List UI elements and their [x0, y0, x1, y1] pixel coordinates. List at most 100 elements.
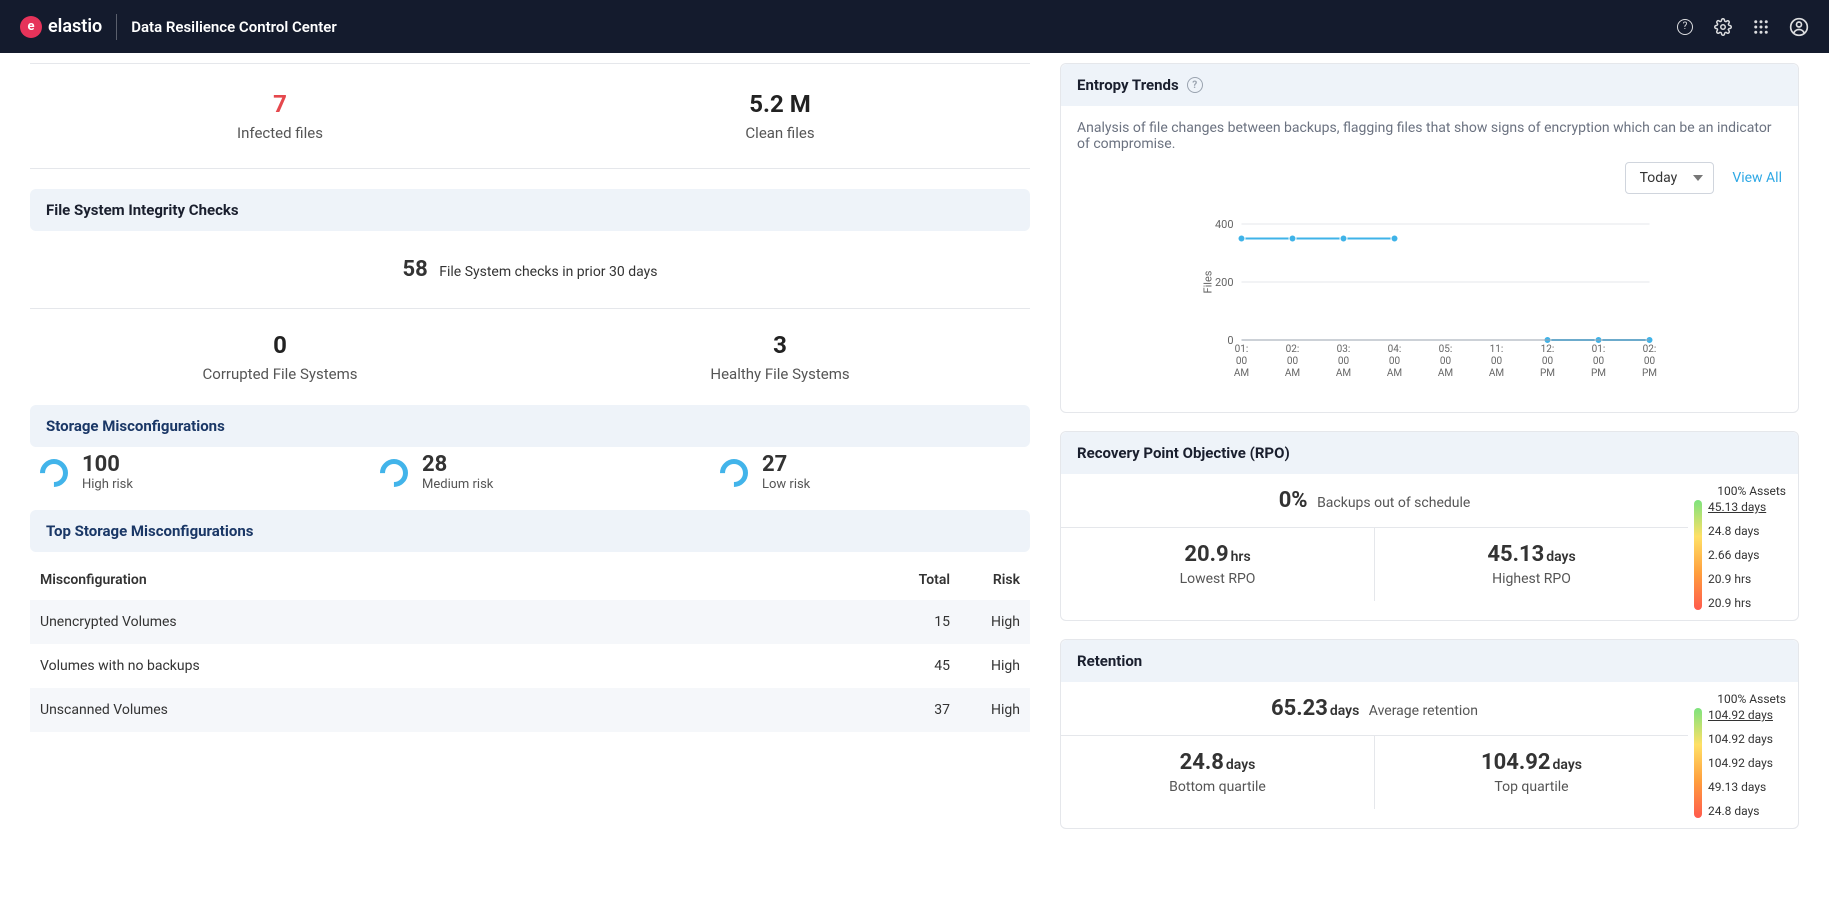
settings-icon[interactable] — [1713, 17, 1733, 37]
entropy-desc: Analysis of file changes between backups… — [1077, 120, 1782, 152]
svg-text:00: 00 — [1236, 356, 1248, 367]
chart-toolbar: Today View All — [1077, 162, 1782, 194]
svg-text:00: 00 — [1389, 356, 1401, 367]
gauge-icon — [714, 453, 754, 493]
svg-text:PM: PM — [1591, 368, 1606, 379]
topbar-actions: ? — [1675, 17, 1809, 37]
retention-header: Retention — [1061, 640, 1798, 682]
high-risk-item[interactable]: 100 High risk — [40, 453, 340, 492]
retention-scale: 100% Assets 104.92 days104.92 days104.92… — [1688, 682, 1798, 828]
corrupted-label: Corrupted File Systems — [30, 365, 530, 383]
side-column: Entropy Trends ? Analysis of file change… — [1060, 63, 1799, 847]
clean-files-stat[interactable]: 5.2 M Clean files — [530, 90, 1030, 142]
entropy-chart: 0200400Files01:00AM02:00AM03:00AM04:00AM… — [1077, 194, 1782, 398]
svg-text:00: 00 — [1440, 356, 1452, 367]
rpo-body: 0% Backups out of schedule 20.9hrs Lowes… — [1061, 474, 1798, 620]
svg-text:00: 00 — [1542, 356, 1554, 367]
top-quartile[interactable]: 104.92days Top quartile — [1375, 736, 1688, 809]
svg-text:AM: AM — [1234, 368, 1249, 379]
logo-area: e elastio Data Resilience Control Center — [20, 14, 337, 40]
entropy-title: Entropy Trends — [1077, 76, 1179, 94]
page-body: 7 Infected files 5.2 M Clean files File … — [0, 53, 1829, 877]
retention-body: 65.23days Average retention 24.8days Bot… — [1061, 682, 1798, 828]
infected-value: 7 — [30, 90, 530, 118]
profile-icon[interactable] — [1789, 17, 1809, 37]
storage-misconfig-header: Storage Misconfigurations — [30, 405, 1030, 447]
brand-name: elastio — [48, 16, 102, 37]
gauge-icon — [374, 453, 414, 493]
high-risk-label: High risk — [82, 477, 133, 492]
svg-text:AM: AM — [1336, 368, 1351, 379]
misconfig-table: Misconfiguration Total Risk Unencrypted … — [30, 560, 1030, 732]
svg-text:00: 00 — [1491, 356, 1503, 367]
svg-text:12:: 12: — [1541, 344, 1555, 355]
help-icon[interactable]: ? — [1675, 17, 1695, 37]
infected-files-stat[interactable]: 7 Infected files — [30, 90, 530, 142]
col-total: Total — [880, 560, 960, 600]
corrupted-value: 0 — [30, 331, 530, 359]
medium-risk-item[interactable]: 28 Medium risk — [380, 453, 680, 492]
infected-label: Infected files — [30, 124, 530, 142]
fs-checks-metric: 58 File System checks in prior 30 days — [30, 231, 1030, 309]
highest-rpo[interactable]: 45.13days Highest RPO — [1375, 528, 1688, 601]
entropy-header: Entropy Trends ? — [1061, 64, 1798, 106]
table-row[interactable]: Unencrypted Volumes15High — [30, 600, 1030, 644]
clean-label: Clean files — [530, 124, 1030, 142]
svg-text:0: 0 — [1227, 334, 1233, 347]
low-risk-label: Low risk — [762, 477, 810, 492]
medium-risk-value: 28 — [422, 453, 493, 477]
svg-text:400: 400 — [1215, 218, 1234, 231]
info-icon[interactable]: ? — [1187, 77, 1203, 93]
svg-text:00: 00 — [1593, 356, 1605, 367]
bottom-quartile[interactable]: 24.8days Bottom quartile — [1061, 736, 1375, 809]
gauge-icon — [34, 453, 74, 493]
svg-text:PM: PM — [1540, 368, 1555, 379]
svg-text:00: 00 — [1287, 356, 1299, 367]
table-row[interactable]: Unscanned Volumes37High — [30, 688, 1030, 732]
svg-text:00: 00 — [1644, 356, 1656, 367]
svg-text:05:: 05: — [1439, 344, 1453, 355]
rpo-backups-value: 0% — [1279, 488, 1308, 513]
entropy-panel: Entropy Trends ? Analysis of file change… — [1060, 63, 1799, 413]
top-misconfig-header: Top Storage Misconfigurations — [30, 510, 1030, 552]
svg-text:01:: 01: — [1235, 344, 1249, 355]
col-risk: Risk — [960, 560, 1030, 600]
divider — [116, 14, 117, 40]
rpo-backups-out: 0% Backups out of schedule — [1061, 474, 1688, 527]
svg-text:04:: 04: — [1388, 344, 1402, 355]
logo-badge-icon: e — [20, 16, 42, 38]
rpo-backups-label: Backups out of schedule — [1317, 495, 1470, 511]
svg-text:AM: AM — [1387, 368, 1402, 379]
risk-row: 100 High risk 28 Medium risk 27 Low risk — [30, 447, 1030, 510]
high-risk-value: 100 — [82, 453, 133, 477]
period-select[interactable]: Today — [1625, 162, 1715, 194]
low-risk-value: 27 — [762, 453, 810, 477]
main-column: 7 Infected files 5.2 M Clean files File … — [30, 63, 1030, 732]
healthy-label: Healthy File Systems — [530, 365, 1030, 383]
fs-checks-value: 58 — [403, 257, 428, 282]
svg-text:02:: 02: — [1643, 344, 1657, 355]
table-row[interactable]: Volumes with no backups45High — [30, 644, 1030, 688]
corrupted-fs-stat[interactable]: 0 Corrupted File Systems — [30, 331, 530, 383]
healthy-value: 3 — [530, 331, 1030, 359]
medium-risk-label: Medium risk — [422, 477, 493, 492]
view-all-link[interactable]: View All — [1732, 170, 1782, 186]
rpo-split: 20.9hrs Lowest RPO 45.13days Highest RPO — [1061, 527, 1688, 601]
apps-icon[interactable] — [1751, 17, 1771, 37]
lowest-rpo[interactable]: 20.9hrs Lowest RPO — [1061, 528, 1375, 601]
rpo-scale: 100% Assets 45.13 days24.8 days2.66 days… — [1688, 474, 1798, 620]
retention-panel: Retention 65.23days Average retention 24… — [1060, 639, 1799, 829]
healthy-fs-stat[interactable]: 3 Healthy File Systems — [530, 331, 1030, 383]
brand-logo[interactable]: e elastio — [20, 16, 102, 38]
svg-text:00: 00 — [1338, 356, 1350, 367]
fs-integrity-header: File System Integrity Checks — [30, 189, 1030, 231]
svg-text:200: 200 — [1215, 276, 1234, 289]
clean-value: 5.2 M — [530, 90, 1030, 118]
svg-text:11:: 11: — [1490, 344, 1504, 355]
svg-text:01:: 01: — [1592, 344, 1606, 355]
rpo-panel: Recovery Point Objective (RPO) 0% Backup… — [1060, 431, 1799, 621]
retention-avg: 65.23days Average retention — [1061, 682, 1688, 735]
svg-text:03:: 03: — [1337, 344, 1351, 355]
app-title: Data Resilience Control Center — [131, 18, 337, 36]
low-risk-item[interactable]: 27 Low risk — [720, 453, 1020, 492]
